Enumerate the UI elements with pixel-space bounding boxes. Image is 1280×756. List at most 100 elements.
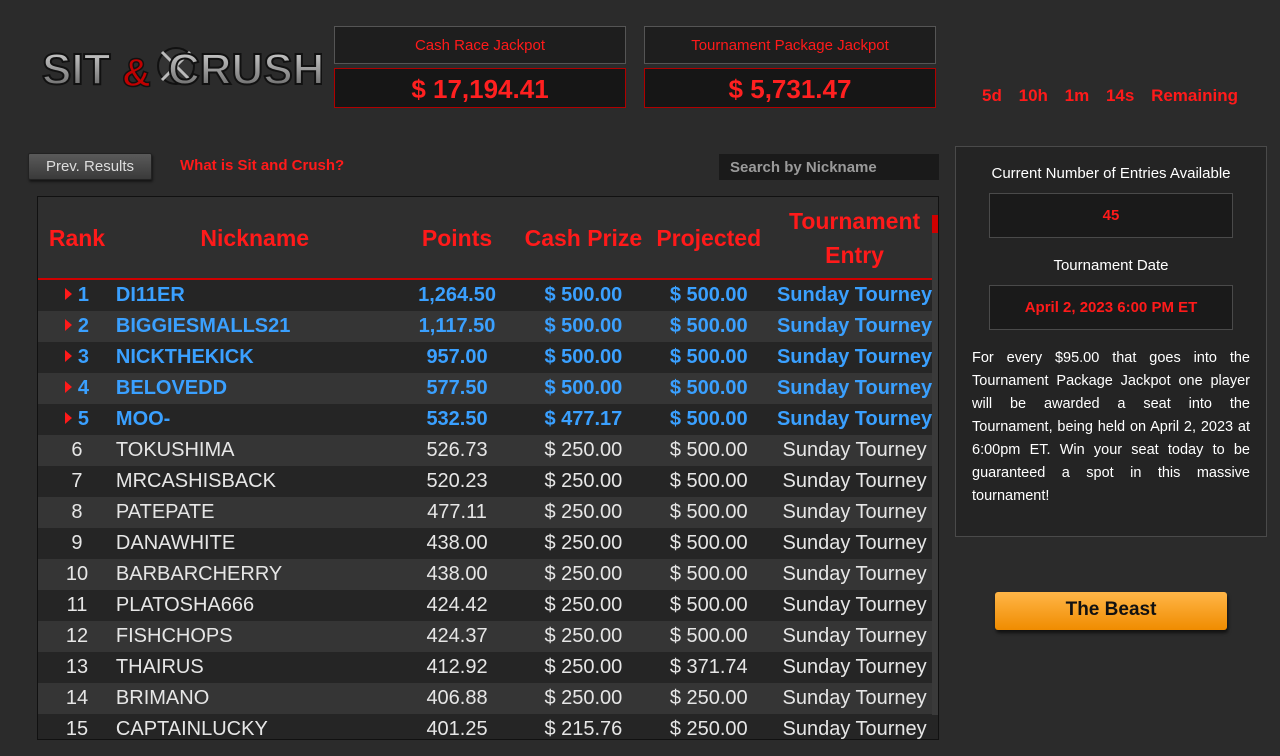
- cell-points: 438.00: [426, 532, 488, 554]
- countdown-timer: 5d 10h 1m 14s Remaining: [960, 86, 1260, 106]
- cell-rank: 8: [71, 501, 83, 523]
- cell-projected: $ 500.00: [669, 315, 748, 337]
- tournament-info-panel: Current Number of Entries Available 45 T…: [955, 146, 1267, 537]
- cell-points: 424.42: [426, 594, 488, 616]
- cell-nickname[interactable]: THAIRUS: [116, 656, 394, 679]
- cell-projected: $ 500.00: [669, 532, 748, 554]
- cell-nickname[interactable]: PATEPATE: [116, 501, 394, 524]
- entries-label: Current Number of Entries Available: [991, 165, 1231, 182]
- cell-points: 412.92: [426, 656, 488, 678]
- cell-projected: $ 500.00: [669, 439, 748, 461]
- cell-nickname[interactable]: MOO-: [116, 408, 394, 431]
- table-row: 2 BIGGIESMALLS21 1,117.50 $ 500.00 $ 500.00 S…: [38, 311, 938, 342]
- cell-projected: $ 250.00: [669, 687, 748, 709]
- cash-race-jackpot-title: Cash Race Jackpot: [334, 26, 626, 64]
- cell-tournament-entry: Sunday Tourney: [776, 315, 933, 337]
- countdown-minutes: 1m: [1064, 86, 1090, 105]
- cell-nickname[interactable]: TOKUSHIMA: [116, 439, 394, 462]
- cell-points: 577.50: [426, 377, 488, 399]
- svg-text:&: &: [122, 51, 151, 95]
- table-row: 11 PLATOSHA666 424.42 $ 250.00 $ 500.00 Sunda…: [38, 590, 938, 621]
- cash-race-jackpot: Cash Race Jackpot $ 17,194.41: [334, 26, 626, 108]
- countdown-suffix: Remaining: [1151, 86, 1238, 105]
- cell-cash-prize: $ 250.00: [544, 594, 623, 616]
- tournament-date-label: Tournament Date: [1053, 257, 1169, 274]
- cell-points: 526.73: [426, 439, 488, 461]
- cell-rank: 2: [38, 315, 116, 338]
- cell-nickname[interactable]: PLATOSHA666: [116, 594, 394, 617]
- cell-cash-prize: $ 250.00: [544, 501, 623, 523]
- cell-nickname[interactable]: DANAWHITE: [116, 532, 394, 555]
- what-is-sit-and-crush-link[interactable]: What is Sit and Crush?: [180, 157, 344, 174]
- header-tournament-entry: Tournament Entry: [788, 207, 921, 268]
- cell-cash-prize: $ 215.76: [544, 718, 623, 740]
- table-row: 14 BRIMANO 406.88 $ 250.00 $ 250.00 Sunday To…: [38, 683, 938, 714]
- cell-cash-prize: $ 250.00: [544, 470, 623, 492]
- cell-projected: $ 500.00: [669, 284, 748, 306]
- cell-nickname[interactable]: NICKTHEKICK: [116, 346, 394, 369]
- table-row: 15 CAPTAINLUCKY 401.25 $ 215.76 $ 250.00 Sund…: [38, 714, 938, 740]
- table-row: 7 MRCASHISBACK 520.23 $ 250.00 $ 500.00 Sunda…: [38, 466, 938, 497]
- header-rank: Rank: [48, 224, 106, 251]
- table-row: 1 DI11ER 1,264.50 $ 500.00 $ 500.00 Sunday To…: [38, 280, 938, 311]
- cell-points: 1,117.50: [418, 315, 496, 337]
- cell-tournament-entry: Sunday Tourney: [782, 563, 927, 585]
- cell-nickname[interactable]: MRCASHISBACK: [116, 470, 394, 493]
- cell-points: 401.25: [426, 718, 488, 740]
- cell-projected: $ 500.00: [669, 377, 748, 399]
- tournament-package-jackpot-value: $ 5,731.47: [644, 68, 936, 108]
- cell-projected: $ 500.00: [669, 625, 748, 647]
- sit-and-crush-logo[interactable]: SIT & CRUSH: [40, 36, 322, 98]
- cell-nickname[interactable]: FISHCHOPS: [116, 625, 394, 648]
- cell-nickname[interactable]: BARBARCHERRY: [116, 563, 394, 586]
- svg-text:CRUSH: CRUSH: [168, 45, 322, 94]
- cell-points: 957.00: [426, 346, 488, 368]
- cell-projected: $ 500.00: [669, 470, 748, 492]
- scrollbar-thumb[interactable]: [932, 215, 938, 233]
- cell-nickname[interactable]: CAPTAINLUCKY: [116, 718, 394, 739]
- table-scrollbar[interactable]: [932, 215, 938, 715]
- cell-points: 438.00: [426, 563, 488, 585]
- cell-rank: 4: [38, 377, 116, 400]
- table-row: 3 NICKTHEKICK 957.00 $ 500.00 $ 500.00 Sunday…: [38, 342, 938, 373]
- cell-points: 477.11: [427, 501, 487, 523]
- leaderboard-table: Rank Nickname Points Cash Prize Projecte…: [37, 196, 939, 740]
- search-nickname-input[interactable]: [719, 154, 939, 180]
- cell-cash-prize: $ 500.00: [544, 284, 623, 306]
- cell-projected: $ 500.00: [669, 501, 748, 523]
- cell-points: 1,264.50: [418, 284, 496, 306]
- cell-projected: $ 500.00: [669, 563, 748, 585]
- countdown-hours: 10h: [1018, 86, 1048, 105]
- cell-tournament-entry: Sunday Tourney: [782, 532, 927, 554]
- cell-tournament-entry: Sunday Tourney: [782, 718, 927, 740]
- cell-cash-prize: $ 500.00: [544, 377, 623, 399]
- table-row: 9 DANAWHITE 438.00 $ 250.00 $ 500.00 Sunday T…: [38, 528, 938, 559]
- cell-rank: 1: [38, 284, 116, 307]
- table-body: 1 DI11ER 1,264.50 $ 500.00 $ 500.00 Sunday To…: [38, 280, 938, 740]
- table-row: 8 PATEPATE 477.11 $ 250.00 $ 500.00 Sunday To…: [38, 497, 938, 528]
- cell-tournament-entry: Sunday Tourney: [782, 470, 927, 492]
- table-row: 4 BELOVEDD 577.50 $ 500.00 $ 500.00 Sunday To…: [38, 373, 938, 404]
- the-beast-button[interactable]: The Beast: [995, 592, 1227, 630]
- prev-results-button[interactable]: Prev. Results: [28, 153, 152, 180]
- cell-rank: 15: [65, 718, 89, 740]
- cell-tournament-entry: Sunday Tourney: [782, 501, 927, 523]
- cell-cash-prize: $ 250.00: [544, 656, 623, 678]
- cell-nickname[interactable]: BELOVEDD: [116, 377, 394, 400]
- cell-cash-prize: $ 500.00: [544, 315, 623, 337]
- cell-cash-prize: $ 477.17: [544, 408, 623, 430]
- table-row: 10 BARBARCHERRY 438.00 $ 250.00 $ 500.00 Sund…: [38, 559, 938, 590]
- cell-rank: 10: [65, 563, 89, 585]
- table-row: 13 THAIRUS 412.92 $ 250.00 $ 371.74 Sunday To…: [38, 652, 938, 683]
- cell-tournament-entry: Sunday Tourney: [782, 439, 927, 461]
- cell-tournament-entry: Sunday Tourney: [776, 346, 933, 368]
- cell-nickname[interactable]: DI11ER: [116, 284, 394, 307]
- countdown-days: 5d: [982, 86, 1002, 105]
- cell-points: 532.50: [426, 408, 488, 430]
- cell-rank: 5: [38, 408, 116, 431]
- cell-nickname[interactable]: BIGGIESMALLS21: [116, 315, 394, 338]
- cell-projected: $ 500.00: [669, 408, 748, 430]
- cell-tournament-entry: Sunday Tourney: [782, 594, 927, 616]
- header-nickname: Nickname: [200, 224, 310, 251]
- cell-nickname[interactable]: BRIMANO: [116, 687, 394, 710]
